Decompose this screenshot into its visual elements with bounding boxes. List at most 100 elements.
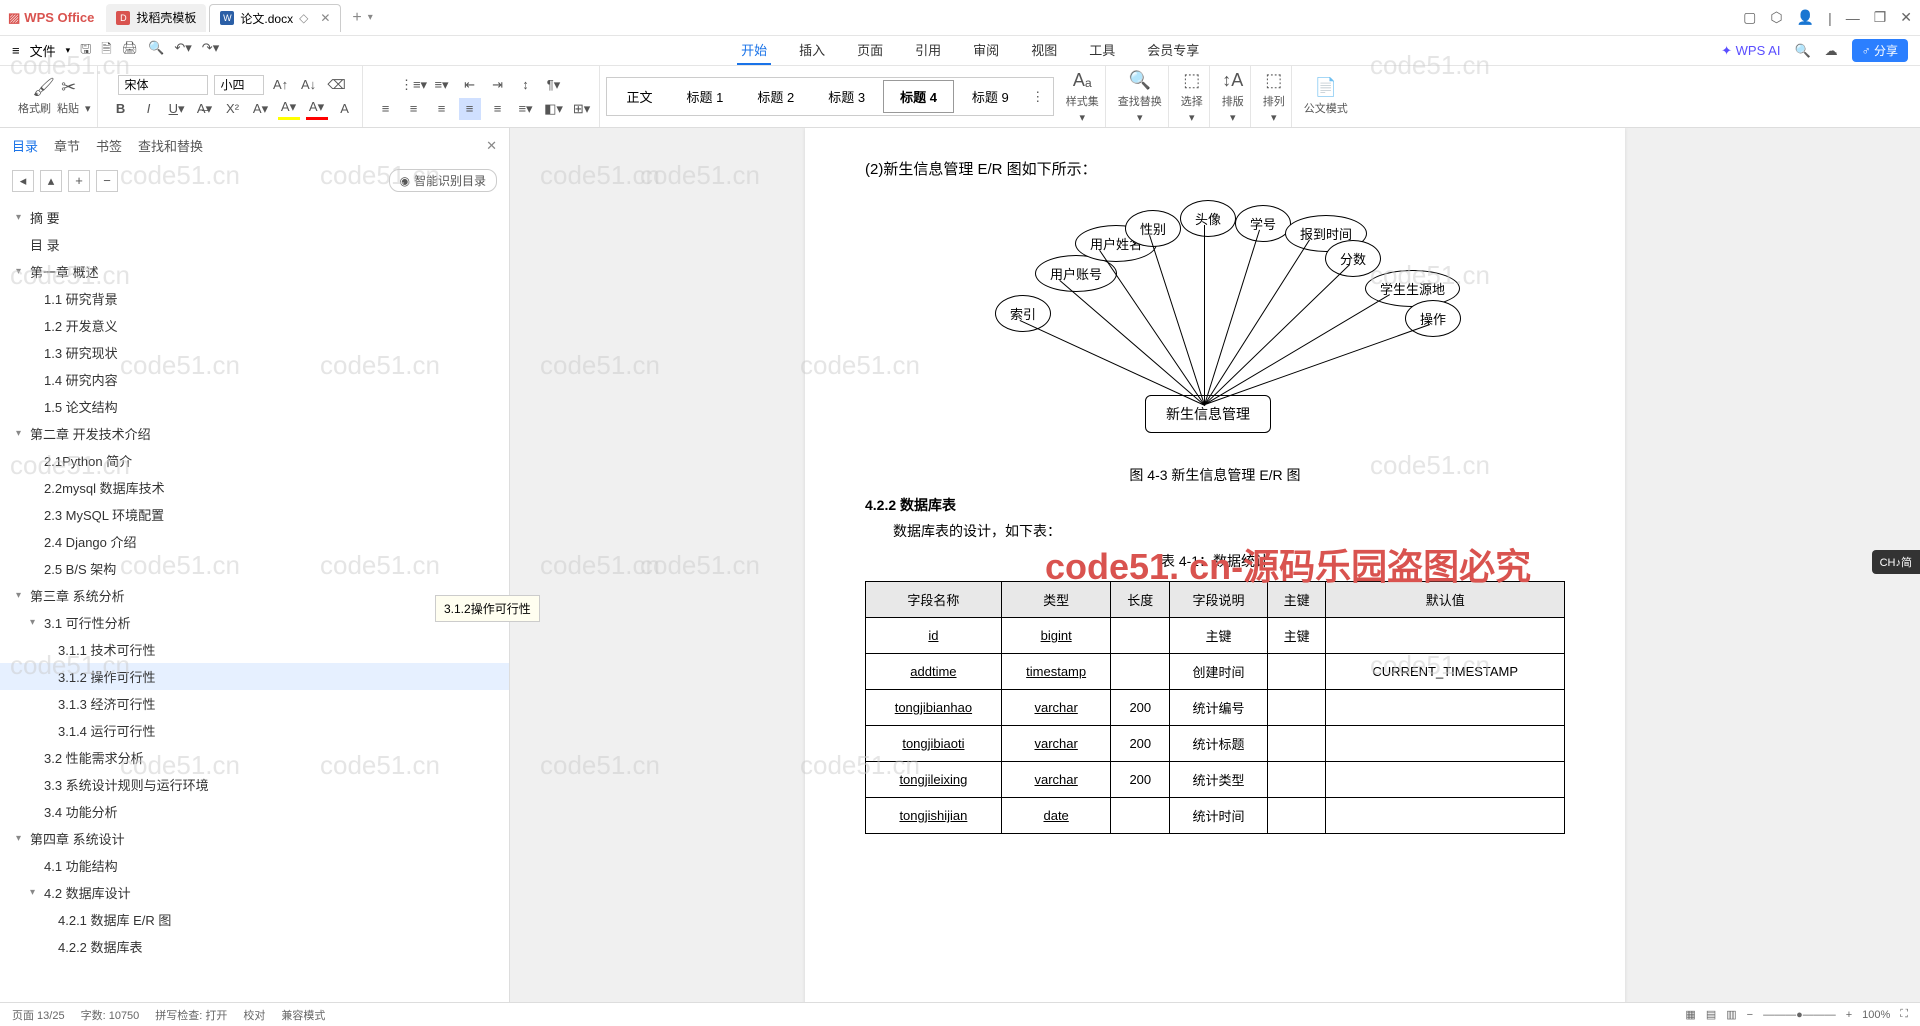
increase-font-icon[interactable]: A↑ (270, 74, 292, 96)
menu-insert[interactable]: 插入 (795, 36, 829, 65)
view-outline-icon[interactable]: ▥ (1726, 1008, 1736, 1021)
cube-icon[interactable]: ⬡ (1770, 9, 1782, 26)
outline-item[interactable]: 1.5 论文结构 (0, 393, 509, 420)
fit-icon[interactable]: ⛶ (1900, 1008, 1908, 1021)
char-border-icon[interactable]: A (334, 98, 356, 120)
menu-reference[interactable]: 引用 (911, 36, 945, 65)
sidebar-tab-bookmark[interactable]: 书签 (96, 136, 122, 155)
new-tab-icon[interactable]: + (352, 9, 361, 27)
sidebar-tab-chapter[interactable]: 章节 (54, 136, 80, 155)
outline-item[interactable]: ▾摘 要 (0, 204, 509, 231)
outline-item[interactable]: ▾第四章 系统设计 (0, 825, 509, 852)
format-painter-icon[interactable]: 🖌 (32, 77, 55, 98)
share-button[interactable]: ♂ 分享 (1852, 39, 1908, 62)
save-icon[interactable]: 🖫 (80, 40, 91, 62)
style-h4[interactable]: 标题 4 (883, 80, 954, 113)
restore-icon[interactable]: ❐ (1874, 9, 1887, 26)
decrease-font-icon[interactable]: A↓ (298, 74, 320, 96)
zoom-value[interactable]: 100% (1862, 1009, 1890, 1021)
file-menu[interactable]: 文件 (30, 41, 56, 60)
format-painter-button[interactable]: 格式刷 (18, 100, 51, 116)
font-color-icon[interactable]: A▾ (306, 98, 328, 120)
sidebar-tab-find[interactable]: 查找和替换 (138, 136, 203, 155)
status-page[interactable]: 页面 13/25 (12, 1007, 65, 1023)
style-more-icon[interactable]: ⋮ (1027, 86, 1049, 108)
styleset-group[interactable]: Aₐ样式集▾ (1060, 66, 1106, 127)
menu-vip[interactable]: 会员专享 (1143, 36, 1203, 65)
outline-collapse-icon[interactable]: ◂ (12, 170, 34, 192)
menu-home[interactable]: 开始 (737, 36, 771, 65)
outline-item[interactable]: 3.2 性能需求分析 (0, 744, 509, 771)
indent-dec-icon[interactable]: ⇤ (459, 74, 481, 96)
view-web-icon[interactable]: ▤ (1706, 1008, 1716, 1021)
hamburger-icon[interactable]: ≡ (12, 43, 20, 58)
select-group[interactable]: ⬚选择▾ (1175, 66, 1210, 127)
find-group[interactable]: 🔍查找替换▾ (1112, 66, 1169, 127)
user-icon[interactable]: 👤 (1797, 9, 1814, 26)
status-spellcheck[interactable]: 拼写检查: 打开 (155, 1007, 227, 1023)
sidebar-tab-toc[interactable]: 目录 (12, 136, 38, 155)
close-window-icon[interactable]: ✕ (1900, 9, 1912, 26)
outline-item[interactable]: 1.3 研究现状 (0, 339, 509, 366)
official-group[interactable]: 📄公文模式 (1298, 66, 1354, 127)
undo-icon[interactable]: ↶▾ (174, 40, 191, 62)
font-name-select[interactable] (118, 75, 208, 95)
outline-item[interactable]: 4.2.2 数据库表 (0, 933, 509, 960)
redo-icon[interactable]: ↷▾ (202, 40, 219, 62)
status-wordcount[interactable]: 字数: 10750 (81, 1007, 140, 1023)
style-normal[interactable]: 正文 (611, 81, 669, 112)
view-mode-icon[interactable]: ▦ (1685, 1008, 1695, 1021)
menu-view[interactable]: 视图 (1027, 36, 1061, 65)
outline-item[interactable]: 3.1.3 经济可行性 (0, 690, 509, 717)
sort-icon[interactable]: ↕ (515, 74, 537, 96)
outline-item[interactable]: 1.4 研究内容 (0, 366, 509, 393)
sort-group[interactable]: ↕A排版▾ (1216, 66, 1251, 127)
arrange-group[interactable]: ⬚排列▾ (1257, 66, 1292, 127)
align-center-icon[interactable]: ≡ (403, 98, 425, 120)
ime-badge[interactable]: CH♪简 (1872, 550, 1920, 574)
line-spacing-icon[interactable]: ≡▾ (515, 98, 537, 120)
outline-item[interactable]: ▾4.2 数据库设计 (0, 879, 509, 906)
tab-document[interactable]: W 论文.docx ◇ ✕ (209, 4, 341, 32)
smart-toc-button[interactable]: ◉ 智能识别目录 (389, 169, 498, 192)
outline-item[interactable]: 3.4 功能分析 (0, 798, 509, 825)
menu-review[interactable]: 审阅 (969, 36, 1003, 65)
style-h1[interactable]: 标题 1 (671, 81, 740, 112)
outline-item[interactable]: ▾第三章 系统分析 (0, 582, 509, 609)
outline-item[interactable]: ▾第一章 概述 (0, 258, 509, 285)
highlight-icon[interactable]: A▾ (278, 98, 300, 120)
document-area[interactable]: (2)新生信息管理 E/R 图如下所示： 新生信息管理 索引用户账号用户姓名性别… (510, 128, 1920, 1002)
sidebar-close-icon[interactable]: ✕ (486, 138, 497, 154)
zoom-in-icon[interactable]: + (1846, 1009, 1852, 1021)
tab-templates[interactable]: D 找稻壳模板 (106, 4, 206, 32)
print-icon[interactable]: 🖨 (122, 40, 139, 62)
font-size-select[interactable] (214, 75, 264, 95)
number-list-icon[interactable]: ≡▾ (431, 74, 453, 96)
file-dropdown-icon[interactable]: ▾ (66, 45, 71, 56)
border-icon[interactable]: ⊞▾ (571, 98, 593, 120)
outline-remove-icon[interactable]: − (96, 170, 118, 192)
outline-item[interactable]: 2.1Python 简介 (0, 447, 509, 474)
export-icon[interactable]: 🗎 (101, 40, 111, 62)
paste-button[interactable]: 粘贴 (57, 100, 79, 116)
minimize-icon[interactable]: — (1846, 10, 1860, 26)
style-h2[interactable]: 标题 2 (741, 81, 810, 112)
style-h9[interactable]: 标题 9 (956, 81, 1025, 112)
window-mode-icon[interactable]: ▢ (1743, 9, 1756, 26)
outline-item[interactable]: 2.4 Django 介绍 (0, 528, 509, 555)
outline-item[interactable]: 3.1.2 操作可行性 (0, 663, 509, 690)
show-marks-icon[interactable]: ¶▾ (543, 74, 565, 96)
tab-pin-icon[interactable]: ◇ (299, 11, 308, 25)
outline-item[interactable]: 3.1.1 技术可行性 (0, 636, 509, 663)
outline-item[interactable]: 3.3 系统设计规则与运行环境 (0, 771, 509, 798)
align-justify-icon[interactable]: ≡ (459, 98, 481, 120)
shading-icon[interactable]: ◧▾ (543, 98, 565, 120)
status-proof[interactable]: 校对 (243, 1007, 265, 1023)
outline-item[interactable]: 2.2mysql 数据库技术 (0, 474, 509, 501)
cloud-icon[interactable]: ☁ (1825, 43, 1838, 59)
outline-item[interactable]: 2.3 MySQL 环境配置 (0, 501, 509, 528)
tab-close-icon[interactable]: ✕ (320, 11, 330, 25)
indent-inc-icon[interactable]: ⇥ (487, 74, 509, 96)
zoom-slider[interactable]: ———●——— (1763, 1009, 1836, 1021)
style-h3[interactable]: 标题 3 (812, 81, 881, 112)
